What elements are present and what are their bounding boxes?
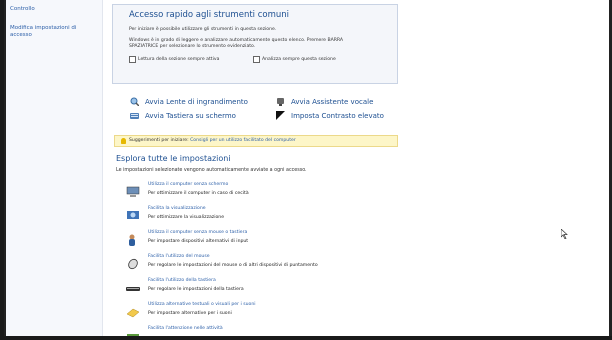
start-magnifier-button[interactable]: Avvia Lente di ingrandimento — [130, 97, 248, 107]
magnifier-icon — [130, 97, 140, 107]
suggestion-link[interactable]: Consigli per un utilizzo facilitato del … — [190, 138, 296, 143]
lightbulb-icon — [121, 138, 126, 144]
suggestion-bar: Suggerimenti per iniziare: Consigli per … — [114, 135, 398, 147]
setting-link-mouse[interactable]: Facilita l'utilizzo del mouse — [148, 254, 210, 259]
focus-icon — [126, 327, 140, 336]
setting-desc-keyboard: Per regolare le impostazioni della tasti… — [148, 287, 244, 292]
sidebar-item-control[interactable]: Controllo — [10, 6, 35, 13]
setting-link-sound-alternatives[interactable]: Utilizza alternative testuali o visuali … — [148, 302, 256, 307]
always-read-label: Lettura della sezione sempre attiva — [138, 57, 220, 62]
setting-desc-no-mouse-keyboard: Per impostare dispositivi alternativi di… — [148, 239, 249, 244]
start-narrator-label: Avvia Assistente vocale — [291, 97, 374, 106]
start-on-screen-keyboard-button[interactable]: Avvia Tastiera su schermo — [130, 111, 236, 120]
setting-item-keyboard[interactable]: Facilita l'utilizzo della tastiera Per r… — [126, 277, 386, 297]
setting-link-no-mouse-keyboard[interactable]: Utilizza il computer senza mouse o tasti… — [148, 230, 247, 235]
quick-access-panel: Accesso rapido agli strumenti comuni Per… — [112, 4, 398, 84]
setting-item-no-mouse-keyboard[interactable]: Utilizza il computer senza mouse o tasti… — [126, 229, 386, 249]
explore-settings-subtitle: Le impostazioni selezionate vengono auto… — [116, 168, 307, 173]
setting-link-display[interactable]: Facilita la visualizzazione — [148, 206, 206, 211]
sidebar-item-change-login-settings-line2[interactable]: accesso — [10, 32, 32, 39]
setting-item-no-display[interactable]: Utilizza il computer senza schermo Per o… — [126, 181, 386, 201]
keyboard-icon — [130, 111, 139, 120]
checkbox-box[interactable] — [129, 56, 136, 63]
contrast-icon — [276, 111, 285, 120]
setting-desc-mouse: Per regolare le impostazioni del mouse o… — [148, 263, 318, 268]
checkbox-box[interactable] — [253, 56, 260, 63]
suggestion-text: Suggerimenti per iniziare: Consigli per … — [129, 136, 296, 146]
screen: Controllo Modifica impostazioni di acces… — [0, 0, 612, 340]
main-content: Accesso rapido agli strumenti comuni Per… — [112, 0, 412, 336]
start-on-screen-keyboard-label: Avvia Tastiera su schermo — [145, 111, 236, 120]
start-magnifier-label: Avvia Lente di ingrandimento — [145, 97, 248, 106]
control-panel-window: Controllo Modifica impostazioni di acces… — [4, 0, 612, 336]
sidebar: Controllo Modifica impostazioni di acces… — [6, 0, 103, 336]
always-read-checkbox[interactable]: Lettura della sezione sempre attiva — [129, 56, 219, 63]
explore-settings-title: Esplora tutte le impostazioni — [116, 154, 231, 163]
quick-access-instructions-line2: SPAZIATRICE per selezionare lo strumento… — [129, 44, 256, 49]
suggestion-prefix: Suggerimenti per iniziare: — [129, 138, 189, 143]
setting-desc-no-display: Per ottimizzare il computer in caso di c… — [148, 191, 249, 196]
computer-icon — [126, 183, 140, 197]
setting-item-display[interactable]: Facilita la visualizzazione Per ottimizz… — [126, 205, 386, 225]
mouse-pointer-icon — [560, 224, 569, 240]
quick-access-title: Accesso rapido agli strumenti comuni — [129, 10, 290, 20]
keyboard-setting-icon — [126, 279, 140, 291]
setting-link-no-display[interactable]: Utilizza il computer senza schermo — [148, 182, 228, 187]
set-high-contrast-label: Imposta Contrasto elevato — [291, 111, 384, 120]
setting-item-sound-alternatives[interactable]: Utilizza alternative testuali o visuali … — [126, 301, 386, 321]
start-narrator-button[interactable]: Avvia Assistente vocale — [276, 97, 373, 106]
setting-link-keyboard[interactable]: Facilita l'utilizzo della tastiera — [148, 278, 216, 283]
setting-link-focus[interactable]: Facilita l'attenzione nelle attività — [148, 326, 223, 331]
setting-item-mouse[interactable]: Facilita l'utilizzo del mouse Per regola… — [126, 253, 386, 273]
setting-desc-sound-alternatives: Per impostare alternative per i suoni — [148, 311, 232, 316]
person-icon — [126, 231, 140, 246]
quick-access-intro: Per iniziare è possibile utilizzare gli … — [129, 27, 277, 32]
always-scan-label: Analizza sempre questa sezione — [262, 57, 336, 62]
mouse-icon — [126, 255, 140, 270]
setting-item-focus[interactable]: Facilita l'attenzione nelle attività — [126, 325, 386, 336]
narrator-icon — [276, 97, 285, 106]
sidebar-item-change-login-settings[interactable]: Modifica impostazioni di — [10, 25, 76, 32]
sound-alternative-icon — [126, 303, 140, 318]
always-scan-checkbox[interactable]: Analizza sempre questa sezione — [253, 56, 336, 63]
display-icon — [126, 207, 140, 219]
set-high-contrast-button[interactable]: Imposta Contrasto elevato — [276, 111, 384, 120]
setting-desc-display: Per ottimizzare la visualizzazione — [148, 215, 225, 220]
